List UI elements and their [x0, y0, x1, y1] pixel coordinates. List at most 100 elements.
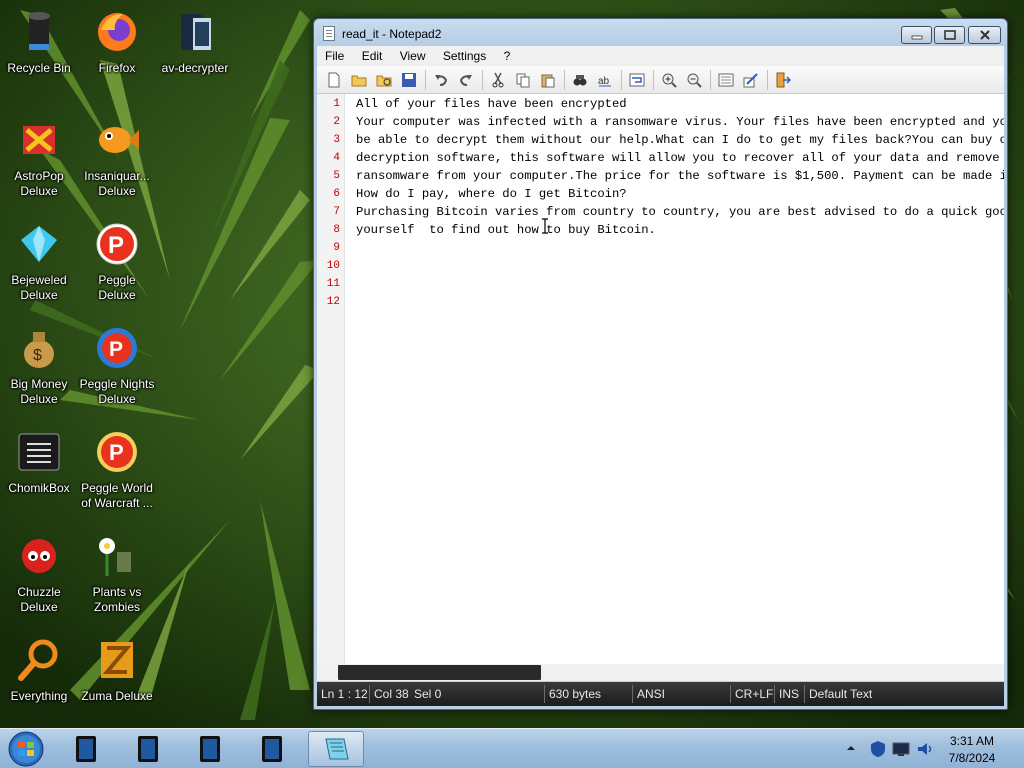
line-number: 5: [333, 170, 340, 182]
window-title: read_it - Notepad2: [342, 27, 442, 41]
peggle-nights-icon: P: [93, 324, 141, 372]
toolbar-separator: [425, 69, 426, 90]
cut-icon: [492, 72, 504, 87]
zuma-icon: [93, 636, 141, 684]
status-column: Col 38: [374, 687, 409, 701]
taskbar-app-2[interactable]: [122, 731, 174, 767]
close-button[interactable]: [968, 26, 1001, 44]
open-button[interactable]: [348, 69, 370, 91]
desktop-icon-firefox[interactable]: Firefox: [78, 4, 156, 100]
start-button[interactable]: [4, 730, 48, 768]
desktop-icon-everything[interactable]: Everything: [0, 632, 78, 728]
text-editor[interactable]: 1 2 3 4 5 6 7 8 9 10 11 12 All of your f…: [317, 94, 1004, 664]
word-wrap-icon: [629, 73, 645, 86]
title-bar[interactable]: read_it - Notepad2: [314, 19, 1007, 46]
toolbar-separator: [710, 69, 711, 90]
shield-icon[interactable]: [870, 740, 886, 758]
text-line: Your computer was infected with a ransom…: [356, 115, 1004, 129]
menu-settings[interactable]: Settings: [435, 46, 492, 64]
horizontal-scrollbar[interactable]: [317, 664, 1004, 681]
bejeweled-icon: [15, 220, 63, 268]
astropop-icon: [15, 116, 63, 164]
peggle-wow-icon: P: [93, 428, 141, 476]
status-encoding[interactable]: ANSI: [633, 685, 731, 703]
find-button[interactable]: [569, 69, 591, 91]
svg-text:ab: ab: [598, 76, 610, 87]
status-insert-mode: INS: [775, 685, 805, 703]
svg-text:$: $: [33, 347, 42, 364]
notepad2-window: read_it - Notepad2 File Edit View Settin…: [313, 18, 1008, 710]
desktop-icon-insaniquarium[interactable]: Insaniquar... Deluxe: [78, 112, 156, 208]
taskbar-app-3[interactable]: [184, 731, 236, 767]
network-icon[interactable]: [892, 741, 910, 757]
toolbar-separator: [653, 69, 654, 90]
desktop-icon-av-decrypter[interactable]: av-decrypter: [156, 4, 234, 100]
desktop-icon-chomikbox[interactable]: ChomikBox: [0, 424, 78, 520]
save-button[interactable]: [398, 69, 420, 91]
text-line: yourself to find out how to buy Bitcoin.: [356, 223, 656, 237]
word-wrap-button[interactable]: [626, 69, 648, 91]
desktop-icon-label: Peggle Deluxe: [98, 273, 136, 302]
paste-button[interactable]: [537, 69, 559, 91]
desktop-icon-peggle-nights[interactable]: P Peggle Nights Deluxe: [78, 320, 156, 416]
line-number: 9: [333, 242, 340, 254]
taskbar-app-1[interactable]: [60, 731, 112, 767]
maximize-button[interactable]: [934, 26, 965, 44]
taskbar-app-notepad2[interactable]: [308, 731, 364, 767]
desktop-icon-astropop[interactable]: AstroPop Deluxe: [0, 112, 78, 208]
desktop-icon-bejeweled[interactable]: Bejeweled Deluxe: [0, 216, 78, 312]
menu-file[interactable]: File: [317, 46, 350, 64]
exit-button[interactable]: [772, 69, 794, 91]
undo-button[interactable]: [430, 69, 452, 91]
app-1-icon: [76, 736, 96, 762]
zoom-in-button[interactable]: [658, 69, 680, 91]
replace-button[interactable]: ab: [594, 69, 616, 91]
maximize-icon: [943, 30, 956, 40]
svg-text:P: P: [109, 338, 123, 361]
menu-view[interactable]: View: [392, 46, 432, 64]
menu-help[interactable]: ?: [496, 46, 517, 64]
line-number: 4: [333, 152, 340, 164]
insaniquarium-icon: [93, 116, 141, 164]
desktop-icon-recycle-bin[interactable]: Recycle Bin: [0, 4, 78, 100]
desktop-icon-label: ChomikBox: [8, 481, 70, 495]
browse-button[interactable]: [373, 69, 395, 91]
redo-button[interactable]: [455, 69, 477, 91]
clock-date[interactable]: 7/8/2024: [932, 751, 1012, 765]
status-size: 630 bytes: [545, 685, 633, 703]
line-number: 12: [326, 296, 340, 308]
cut-button[interactable]: [487, 69, 509, 91]
copy-button[interactable]: [512, 69, 534, 91]
desktop-icon-big-money[interactable]: $ Big Money Deluxe: [0, 320, 78, 416]
status-line-position: Ln 1 : 12: [317, 685, 370, 703]
line-number: 2: [333, 116, 340, 128]
show-hidden-icons-icon[interactable]: [846, 743, 856, 753]
customize-button[interactable]: [740, 69, 762, 91]
clock-time[interactable]: 3:31 AM: [932, 734, 1012, 748]
scrollbar-thumb[interactable]: [338, 665, 541, 680]
desktop-icon-chuzzle[interactable]: Chuzzle Deluxe: [0, 528, 78, 624]
desktop-icon-peggle-wow[interactable]: P Peggle World of Warcraft ...: [78, 424, 156, 520]
scheme-button[interactable]: [715, 69, 737, 91]
desktop-icon-zuma[interactable]: Zuma Deluxe: [78, 632, 156, 728]
text-line: All of your files have been encrypted: [356, 97, 627, 111]
plants-vs-zombies-icon: [93, 532, 141, 580]
desktop-icon-label: AstroPop Deluxe: [14, 169, 64, 198]
new-file-button[interactable]: [323, 69, 345, 91]
toolbar-separator: [621, 69, 622, 90]
undo-icon: [435, 74, 448, 86]
desktop-icon-peggle[interactable]: P Peggle Deluxe: [78, 216, 156, 312]
chomikbox-icon: [15, 428, 63, 476]
minimize-button[interactable]: [901, 26, 932, 44]
status-scheme[interactable]: Default Text: [805, 685, 985, 703]
taskbar-app-4[interactable]: [246, 731, 298, 767]
desktop-icon-plants-vs-zombies[interactable]: Plants vs Zombies: [78, 528, 156, 624]
menu-edit[interactable]: Edit: [354, 46, 389, 64]
desktop-icon-label: Peggle World of Warcraft ...: [81, 481, 153, 510]
redo-icon: [459, 74, 472, 86]
paste-icon: [541, 74, 555, 87]
new-file-icon: [328, 72, 340, 87]
zoom-out-button[interactable]: [683, 69, 705, 91]
status-line-endings[interactable]: CR+LF: [731, 685, 775, 703]
zoom-in-icon: [662, 73, 677, 88]
